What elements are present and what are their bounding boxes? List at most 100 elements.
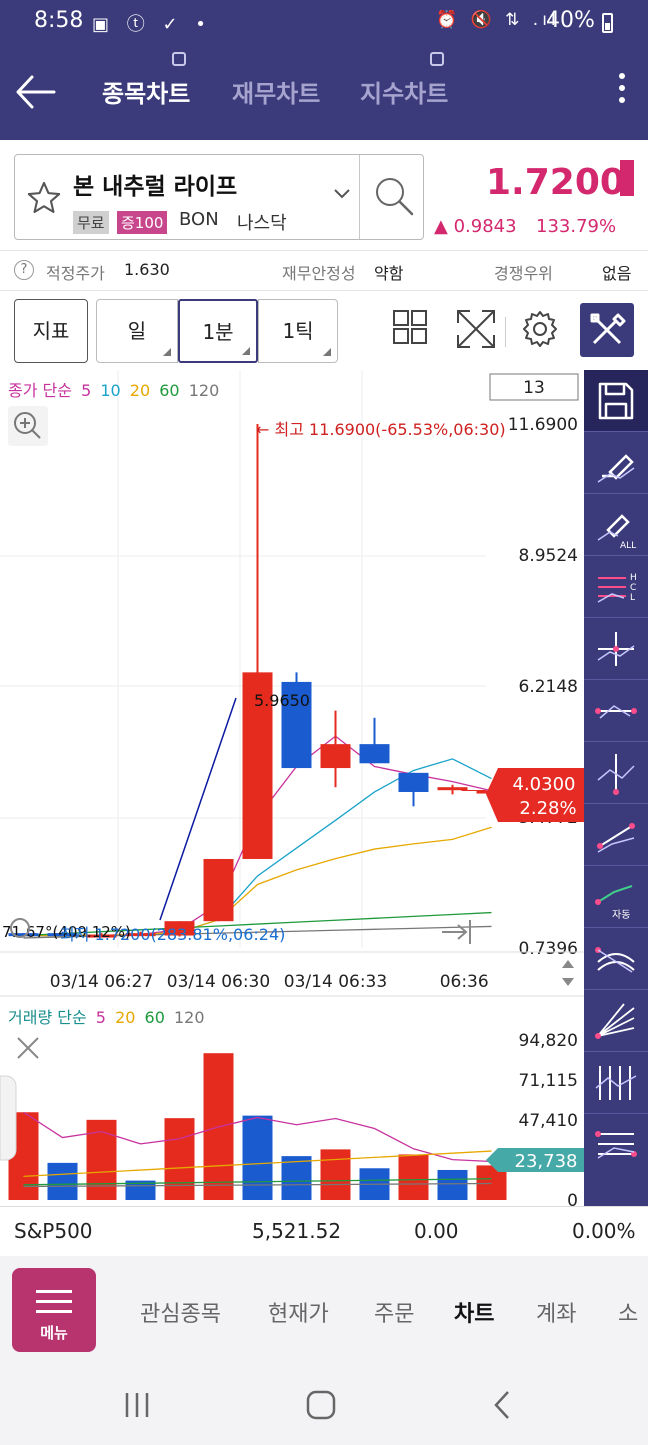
fullscreen-icon[interactable] [454, 307, 498, 351]
auto-trend-icon[interactable]: 자동 [584, 866, 648, 928]
ma-legend-prefix: 종가 단순 [8, 381, 72, 400]
volume-legend-period-60: 60 [145, 1008, 165, 1027]
price-change: ▲ 0.9843 [434, 216, 517, 237]
tab-financial-chart[interactable]: 재무차트 [232, 74, 320, 109]
index-change: 0.00 [414, 1219, 459, 1243]
volume-bar [320, 1149, 351, 1200]
competitive-advantage-label: 경쟁우위 [494, 264, 553, 283]
eraser-icon[interactable] [584, 432, 648, 494]
candle-body [437, 787, 468, 791]
nav-current-price[interactable]: 현재가 [268, 1296, 329, 1328]
fan-lines-icon[interactable] [584, 990, 648, 1052]
y-tick-label: 8.9524 [519, 546, 578, 566]
settings-gear-icon[interactable] [518, 307, 562, 351]
search-icon[interactable] [369, 171, 419, 221]
status-bar: 8:58 ▣ ⓣ ✓ • ⏰ 🔇 ⇅ .ıl 40% [0, 0, 648, 46]
tab-stock-chart-label: 종목차트 [102, 80, 191, 108]
tab-stock-chart[interactable]: 종목차트 [102, 52, 191, 109]
volume-y-tick-label: 71,115 [519, 1071, 578, 1091]
free-badge: 무료 [73, 211, 109, 234]
margin-badge: 증100 [117, 211, 168, 234]
home-icon[interactable] [304, 1388, 338, 1426]
horizontal-line-icon[interactable] [584, 680, 648, 742]
period-1min-button[interactable]: 1분 [178, 299, 258, 363]
chart-area[interactable]: 종가 단순 5 10 20 60 120 13 11.6900 8.9524 6.2… [0, 370, 584, 1206]
save-chart-button[interactable] [584, 370, 648, 432]
nav-order[interactable]: 주문 [374, 1296, 414, 1328]
nav-more[interactable]: 소 [618, 1296, 638, 1328]
period-1tick-button[interactable]: 1틱 [258, 299, 338, 363]
tab-badge-icon [172, 52, 187, 66]
competitive-advantage-value: 없음 [602, 264, 632, 283]
period-lines-icon[interactable] [584, 1052, 648, 1114]
volume-legend-period-5: 5 [96, 1008, 106, 1027]
candle-body [320, 744, 351, 769]
menu-button[interactable]: 메뉴 [12, 1268, 96, 1352]
period-1tick-label: 1틱 [282, 319, 314, 343]
more-menu-icon[interactable] [614, 70, 630, 110]
stock-selector[interactable]: 본 내추럴 라이프 무료 증100 BON 나스닥 [14, 154, 424, 240]
svg-text:H: H [630, 573, 637, 583]
valuation-row: ? 적정주가 1.630 재무안정성 약함 경쟁우위 없음 [0, 250, 648, 288]
trend-line-icon[interactable] [584, 804, 648, 866]
volume-bar [437, 1169, 468, 1200]
vertical-line-icon[interactable] [584, 742, 648, 804]
recent-apps-icon[interactable] [120, 1390, 154, 1424]
chevron-down-icon[interactable] [333, 185, 351, 204]
arc-tool-icon[interactable] [584, 928, 648, 990]
nav-chart[interactable]: 차트 [454, 1296, 494, 1328]
ticker-symbol: BON [179, 209, 219, 230]
ma-legend-period-10: 10 [100, 381, 120, 400]
svg-text:C: C [630, 583, 636, 593]
index-ticker-row[interactable]: S&P500 5,521.52 0.00 0.00% [0, 1206, 648, 1256]
period-day-label: 일 [127, 319, 147, 343]
x-tick-label: 03/14 06:27 [50, 972, 153, 992]
volume-legend-period-120: 120 [174, 1008, 205, 1027]
point-annotation: 5.9650 [254, 691, 310, 710]
period-1min-label: 1분 [202, 320, 234, 344]
help-icon[interactable]: ? [14, 260, 34, 280]
grid-layout-icon[interactable] [390, 307, 434, 351]
side-handle[interactable] [0, 1075, 17, 1161]
y-tick-label: 6.2148 [519, 677, 578, 697]
drawing-toolbar: ALL HCL 자동 [584, 370, 648, 1206]
back-nav-icon[interactable] [488, 1388, 518, 1426]
back-arrow-icon[interactable] [14, 72, 56, 112]
current-price: 1.7200 [486, 162, 625, 203]
index-value: 5,521.52 [252, 1219, 342, 1243]
battery-level: 40% [546, 8, 595, 33]
current-volume-label: 23,738 [515, 1151, 578, 1172]
exchange-name: 나스닥 [237, 213, 287, 234]
index-change-percent: 0.00% [572, 1219, 636, 1243]
tab-financial-chart-label: 재무차트 [232, 80, 321, 108]
volume-legend[interactable]: 거래량 단순 5 20 60 120 [8, 1008, 205, 1027]
nav-account[interactable]: 계좌 [536, 1296, 576, 1328]
bottom-navigation: 메뉴 관심종목 현재가 주문 차트 계좌 소 [0, 1256, 648, 1364]
fair-price-label: 적정주가 [46, 264, 105, 283]
current-price-label: 4.0300 [513, 774, 576, 795]
system-icons: ⏰ 🔇 ⇅ .ıl [436, 10, 560, 30]
menu-label: 메뉴 [40, 1324, 68, 1342]
period-day-button[interactable]: 일 [96, 299, 178, 363]
hcl-lines-icon[interactable]: HCL [584, 556, 648, 618]
volume-bar [47, 1162, 78, 1200]
erase-all-icon[interactable]: ALL [584, 494, 648, 556]
drawing-tools-icon[interactable] [580, 303, 634, 357]
tab-index-chart[interactable]: 지수차트 [360, 52, 448, 109]
ma-legend-period-60: 60 [159, 381, 179, 400]
price-indicator-bar [620, 160, 634, 196]
financial-stability-label: 재무안정성 [282, 264, 356, 283]
y-tick-label: 0.7396 [519, 939, 578, 959]
zoom-in-icon[interactable] [8, 406, 48, 446]
crosshair-icon[interactable] [584, 618, 648, 680]
nav-watchlist[interactable]: 관심종목 [140, 1296, 221, 1328]
star-icon[interactable] [25, 179, 63, 221]
price-change-percent: 133.79% [536, 216, 617, 237]
x-tick-label: 03/14 06:33 [284, 972, 387, 992]
channel-lines-icon[interactable] [584, 1114, 648, 1176]
volume-bar [398, 1154, 429, 1200]
volume-y-tick-label: 94,820 [519, 1031, 578, 1051]
low-annotation-blue: 최저 1.7200(283.81%,06:24) [60, 925, 285, 944]
battery-icon [602, 13, 613, 33]
indicator-button[interactable]: 지표 [14, 299, 88, 363]
